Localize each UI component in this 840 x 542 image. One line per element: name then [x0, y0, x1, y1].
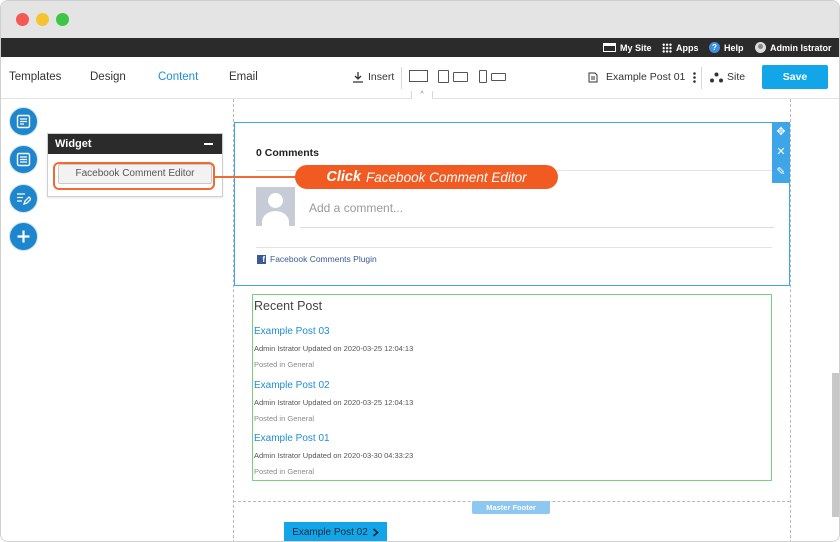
admin-bar: My Site Apps ? Help Admin Istrator — [1, 38, 839, 57]
grid-icon — [662, 42, 672, 53]
page-selector[interactable]: Example Post 01 — [588, 71, 697, 83]
side-button-edit[interactable] — [9, 184, 38, 213]
next-post-label: Example Post 02 — [292, 527, 368, 538]
user-menu[interactable]: Admin Istrator — [755, 38, 832, 57]
page-scrollbar[interactable] — [832, 373, 839, 517]
recent-post-widget: Recent Post Example Post 03 Admin Istrat… — [252, 294, 772, 481]
facebook-plugin-label: Facebook Comments Plugin — [270, 254, 377, 264]
edit-text-icon — [17, 193, 32, 206]
minus-icon[interactable] — [204, 143, 213, 145]
tablet-landscape-icon[interactable] — [453, 72, 468, 82]
divider — [256, 247, 772, 248]
post-link[interactable]: Example Post 02 — [254, 380, 330, 391]
widget-panel-header: Widget — [48, 134, 222, 154]
help-icon: ? — [709, 42, 720, 53]
tab-design[interactable]: Design — [90, 71, 126, 83]
callout-action: Click — [326, 169, 362, 185]
desktop-icon[interactable] — [409, 70, 428, 82]
highlight-ring — [53, 162, 215, 190]
post-category: Posted in General — [254, 360, 315, 369]
minimize-window-dot[interactable] — [36, 13, 49, 26]
insert-label: Insert — [368, 71, 395, 83]
save-button[interactable]: Save — [762, 65, 828, 89]
callout-connector — [215, 176, 297, 178]
post-category: Posted in General — [254, 414, 315, 423]
tab-content[interactable]: Content — [158, 71, 198, 83]
help-label: Help — [724, 42, 744, 53]
add-plus-icon — [17, 230, 30, 243]
instruction-callout: Click Facebook Comment Editor — [295, 165, 558, 189]
maximize-window-dot[interactable] — [56, 13, 69, 26]
recent-post-title: Recent Post — [254, 299, 323, 313]
tab-templates[interactable]: Templates — [9, 71, 61, 83]
title-bar — [1, 1, 839, 38]
insert-button[interactable]: Insert — [352, 71, 394, 83]
callout-target: Facebook Comment Editor — [366, 169, 527, 185]
chevron-right-icon — [372, 528, 379, 537]
sitemap-icon — [710, 72, 723, 82]
comment-input[interactable]: Add a comment... — [300, 188, 774, 228]
facebook-comments-block[interactable]: 0 Comments Add a comment... f Facebook C… — [234, 122, 790, 286]
close-window-dot[interactable] — [16, 13, 29, 26]
post-meta: Admin Istrator Updated on 2020-03-25 12:… — [254, 398, 414, 407]
document-icon — [588, 72, 598, 82]
more-vertical-icon[interactable] — [693, 71, 697, 83]
close-icon[interactable]: ✕ — [772, 142, 790, 162]
my-site-label: My Site — [620, 42, 652, 53]
toolbar-divider — [401, 67, 402, 89]
panel-layout-icon — [16, 114, 31, 129]
side-button-panels[interactable] — [9, 107, 38, 136]
help-link[interactable]: ? Help — [709, 38, 744, 57]
layout-guide — [790, 99, 791, 541]
mobile-landscape-icon[interactable] — [491, 73, 506, 81]
post-meta: Admin Istrator Updated on 2020-03-30 04:… — [254, 451, 414, 460]
browser-window: My Site Apps ? Help Admin Istrator Templ… — [0, 0, 840, 542]
next-post-button[interactable]: Example Post 02 — [284, 522, 387, 541]
post-meta: Admin Istrator Updated on 2020-03-25 12:… — [254, 344, 414, 353]
toolbar-divider — [701, 67, 702, 89]
site-label: Site — [727, 71, 746, 83]
side-button-modules[interactable] — [9, 145, 38, 174]
apps-label: Apps — [676, 42, 699, 53]
move-icon[interactable]: ✥ — [772, 122, 790, 142]
comment-count: 0 Comments — [256, 147, 320, 159]
facebook-plugin-link[interactable]: f Facebook Comments Plugin — [257, 254, 377, 264]
tablet-icon[interactable] — [438, 70, 449, 83]
user-name: Admin Istrator — [770, 42, 832, 53]
download-arrow-icon — [353, 72, 363, 83]
page-name: Example Post 01 — [606, 71, 686, 83]
tab-email[interactable]: Email — [229, 71, 258, 83]
avatar — [256, 187, 295, 226]
browser-window-icon — [603, 43, 616, 52]
avatar-icon — [755, 42, 766, 53]
post-link[interactable]: Example Post 03 — [254, 326, 330, 337]
site-button[interactable]: Site — [710, 71, 745, 83]
apps-link[interactable]: Apps — [662, 38, 699, 57]
facebook-logo-icon: f — [257, 254, 266, 264]
widget-panel-title: Widget — [55, 138, 92, 150]
my-site-link[interactable]: My Site — [603, 38, 652, 57]
block-controls: ✥ ✕ ✎ — [772, 122, 790, 183]
post-category: Posted in General — [254, 467, 315, 476]
master-footer-badge[interactable]: Master Footer — [472, 501, 550, 514]
page-canvas: Widget Facebook Comment Editor 0 Comment… — [1, 99, 839, 541]
edit-pen-icon[interactable]: ✎ — [772, 162, 790, 182]
module-list-icon — [16, 152, 31, 167]
mobile-icon[interactable] — [479, 70, 487, 83]
post-link[interactable]: Example Post 01 — [254, 433, 330, 444]
side-button-add[interactable] — [9, 222, 38, 251]
